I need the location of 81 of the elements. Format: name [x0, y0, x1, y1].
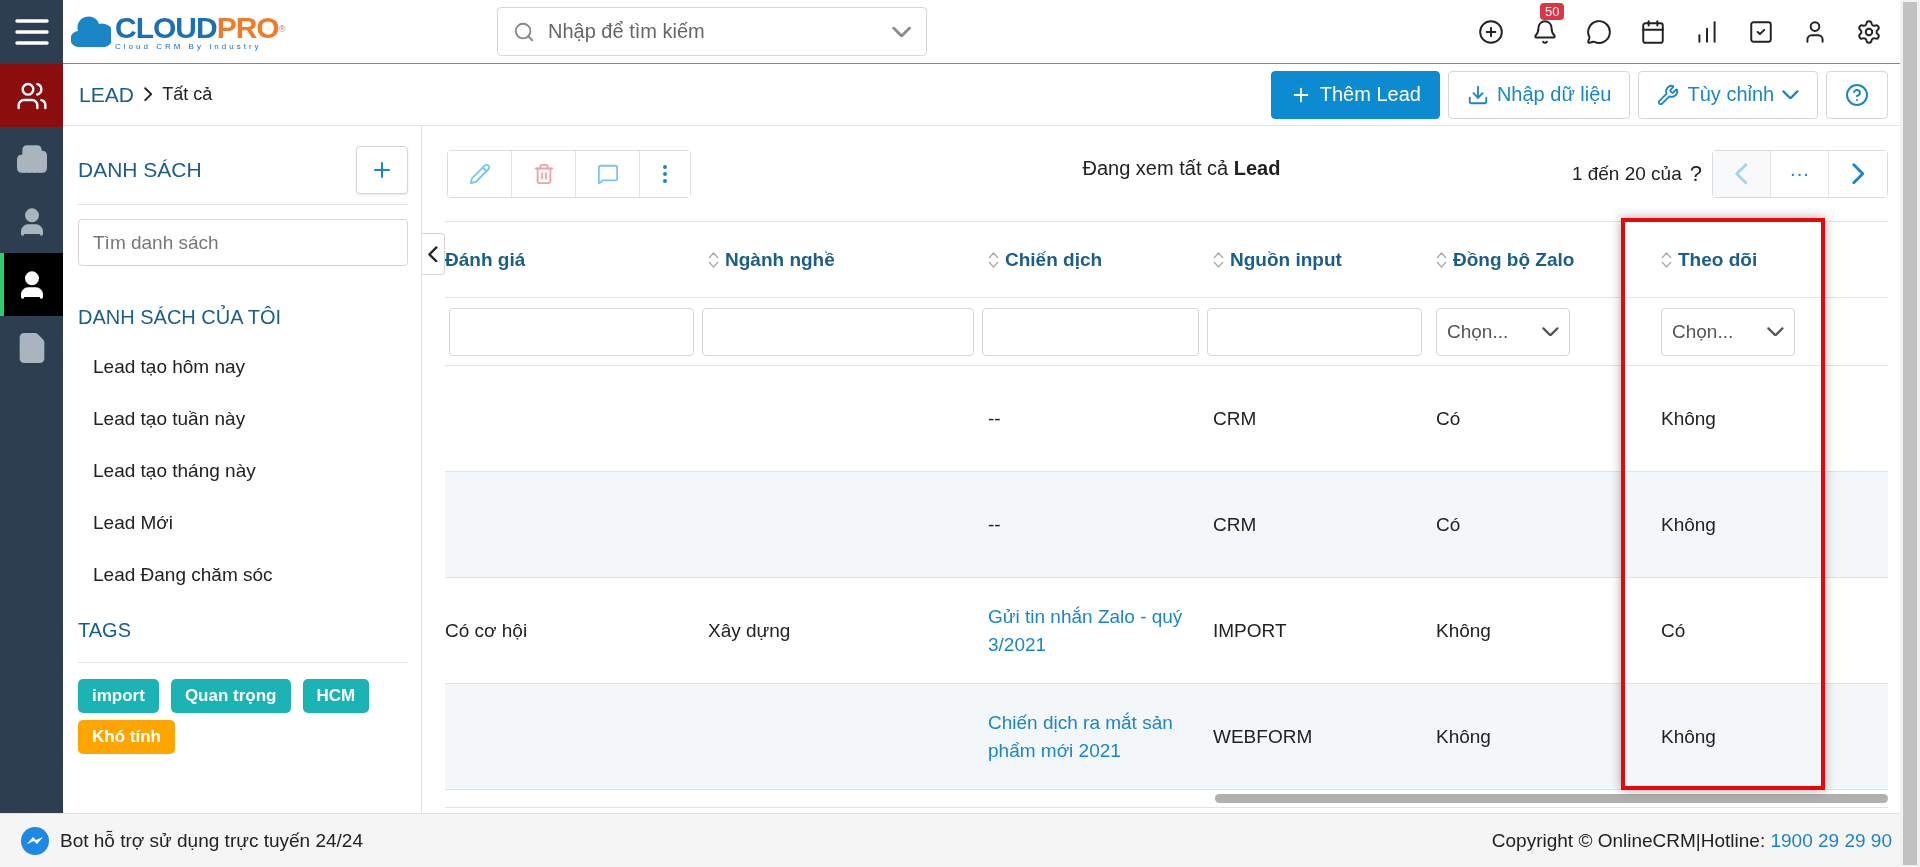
list-search-field[interactable]: Tìm danh sách	[78, 219, 408, 266]
caret-icon	[1542, 326, 1559, 337]
column-header[interactable]: Chiến dịch	[1005, 248, 1103, 271]
section-title: TAGS	[78, 619, 132, 642]
table-cell: WEBFORM	[1203, 684, 1426, 790]
vertical-scrollbar[interactable]	[1903, 2, 1917, 865]
chevron-right-icon	[1851, 162, 1865, 185]
help-icon	[1845, 82, 1869, 107]
list-title: DANH SÁCH	[78, 158, 202, 182]
column-header[interactable]: Đánh giá	[445, 248, 526, 271]
table-cell: Không	[1426, 684, 1651, 790]
table-cell: --	[978, 472, 1203, 578]
column-header[interactable]: Theo dõi	[1678, 248, 1758, 271]
comment-icon	[596, 162, 619, 185]
filter-field[interactable]	[702, 307, 974, 356]
column-header[interactable]: Đồng bộ Zalo	[1453, 248, 1575, 271]
list-item[interactable]: Lead Đang chăm sóc	[78, 549, 408, 601]
more-icon[interactable]	[663, 164, 667, 183]
help-button[interactable]	[1826, 70, 1888, 119]
sort-icon[interactable]	[1661, 251, 1672, 268]
chat-icon[interactable]	[1586, 18, 1612, 45]
sort-icon[interactable]	[1436, 251, 1447, 268]
sort-icon[interactable]	[708, 251, 719, 268]
pagination-total: ?	[1689, 160, 1702, 187]
table-cell: Không	[1651, 684, 1888, 790]
list-item[interactable]: Lead tạo tháng này	[78, 445, 408, 497]
sort-icon[interactable]	[1213, 251, 1224, 268]
filter-select[interactable]: Chọn...	[1436, 307, 1570, 356]
add-circle-icon[interactable]	[1478, 18, 1504, 45]
breadcrumb-link[interactable]: LEAD	[79, 82, 134, 107]
checkbox-icon[interactable]	[1748, 18, 1774, 45]
filter-select[interactable]: Chọn...	[1661, 307, 1795, 356]
cloud-logo-icon	[71, 14, 111, 49]
chevron-down-icon	[891, 25, 911, 38]
calendar-icon[interactable]	[1640, 18, 1666, 45]
column-header[interactable]: Ngành nghề	[725, 248, 835, 271]
logo-text: CLOUDPRO	[115, 10, 279, 44]
wrench-icon	[1657, 83, 1680, 106]
section-title: DANH SÁCH CỦA TÔI	[78, 306, 282, 329]
view-title: Đang xem tất cả Lead	[1081, 157, 1281, 180]
add-lead-button[interactable]: Thêm Lead	[1270, 70, 1440, 119]
collapse-toggle[interactable]	[422, 233, 445, 275]
table-cell: Không	[1651, 472, 1888, 578]
horizontal-scrollbar[interactable]	[1215, 794, 1888, 803]
messenger-icon[interactable]	[20, 825, 50, 856]
chevron-left-icon	[1735, 162, 1748, 185]
add-list-button[interactable]	[356, 146, 408, 194]
menu-icon[interactable]	[14, 18, 49, 46]
campaign-link[interactable]: Gửi tin nhắn Zalo - quý 3/2021	[988, 602, 1193, 659]
chevron-left-icon[interactable]	[428, 245, 438, 263]
column-header[interactable]: Nguồn input	[1230, 248, 1342, 271]
table-cell: CRM	[1203, 472, 1426, 578]
bell-icon[interactable]	[1532, 18, 1558, 45]
settings-icon[interactable]	[1856, 18, 1882, 45]
pencil-icon	[468, 162, 491, 185]
sort-icon[interactable]	[988, 251, 999, 268]
caret-icon	[1782, 89, 1799, 100]
hotline-link[interactable]: 1900 29 29 90	[1770, 829, 1892, 851]
list-item[interactable]: Lead tạo hôm nay	[78, 341, 408, 393]
breadcrumb-current: Tất cả	[162, 84, 213, 105]
copyright-text: Copyright © OnlineCRM|Hotline: 1900 29 29 90	[1491, 829, 1892, 852]
list-item[interactable]: Lead Mới	[78, 497, 408, 549]
logo-tagline: Cloud CRM By Industry	[115, 42, 263, 51]
chevron-right-icon	[143, 87, 153, 102]
filter-field[interactable]	[449, 307, 694, 356]
customize-dropdown[interactable]: Tùy chỉnh	[1638, 70, 1818, 119]
list-item[interactable]: Lead tạo tuần này	[78, 393, 408, 445]
filter-field[interactable]	[982, 307, 1199, 356]
filter-field[interactable]	[1207, 307, 1422, 356]
pagination-range: 1 đến 20 của	[1571, 162, 1682, 185]
search-field[interactable]: Nhập để tìm kiếm	[497, 7, 927, 56]
support-bot-text: Bot hỗ trợ sử dụng trực tuyến 24/24	[60, 829, 363, 852]
registered-mark: ®	[278, 23, 286, 34]
campaign-link[interactable]: Chiến dịch ra mắt sản phẩm mới 2021	[988, 708, 1193, 765]
search-icon	[513, 20, 535, 43]
notification-badge: 50	[1540, 2, 1565, 20]
caret-icon	[1767, 326, 1784, 337]
download-icon	[1466, 83, 1489, 106]
import-button[interactable]: Nhập dữ liệu	[1447, 70, 1631, 119]
table-cell: Có	[1426, 472, 1651, 578]
trash-icon	[532, 162, 555, 185]
